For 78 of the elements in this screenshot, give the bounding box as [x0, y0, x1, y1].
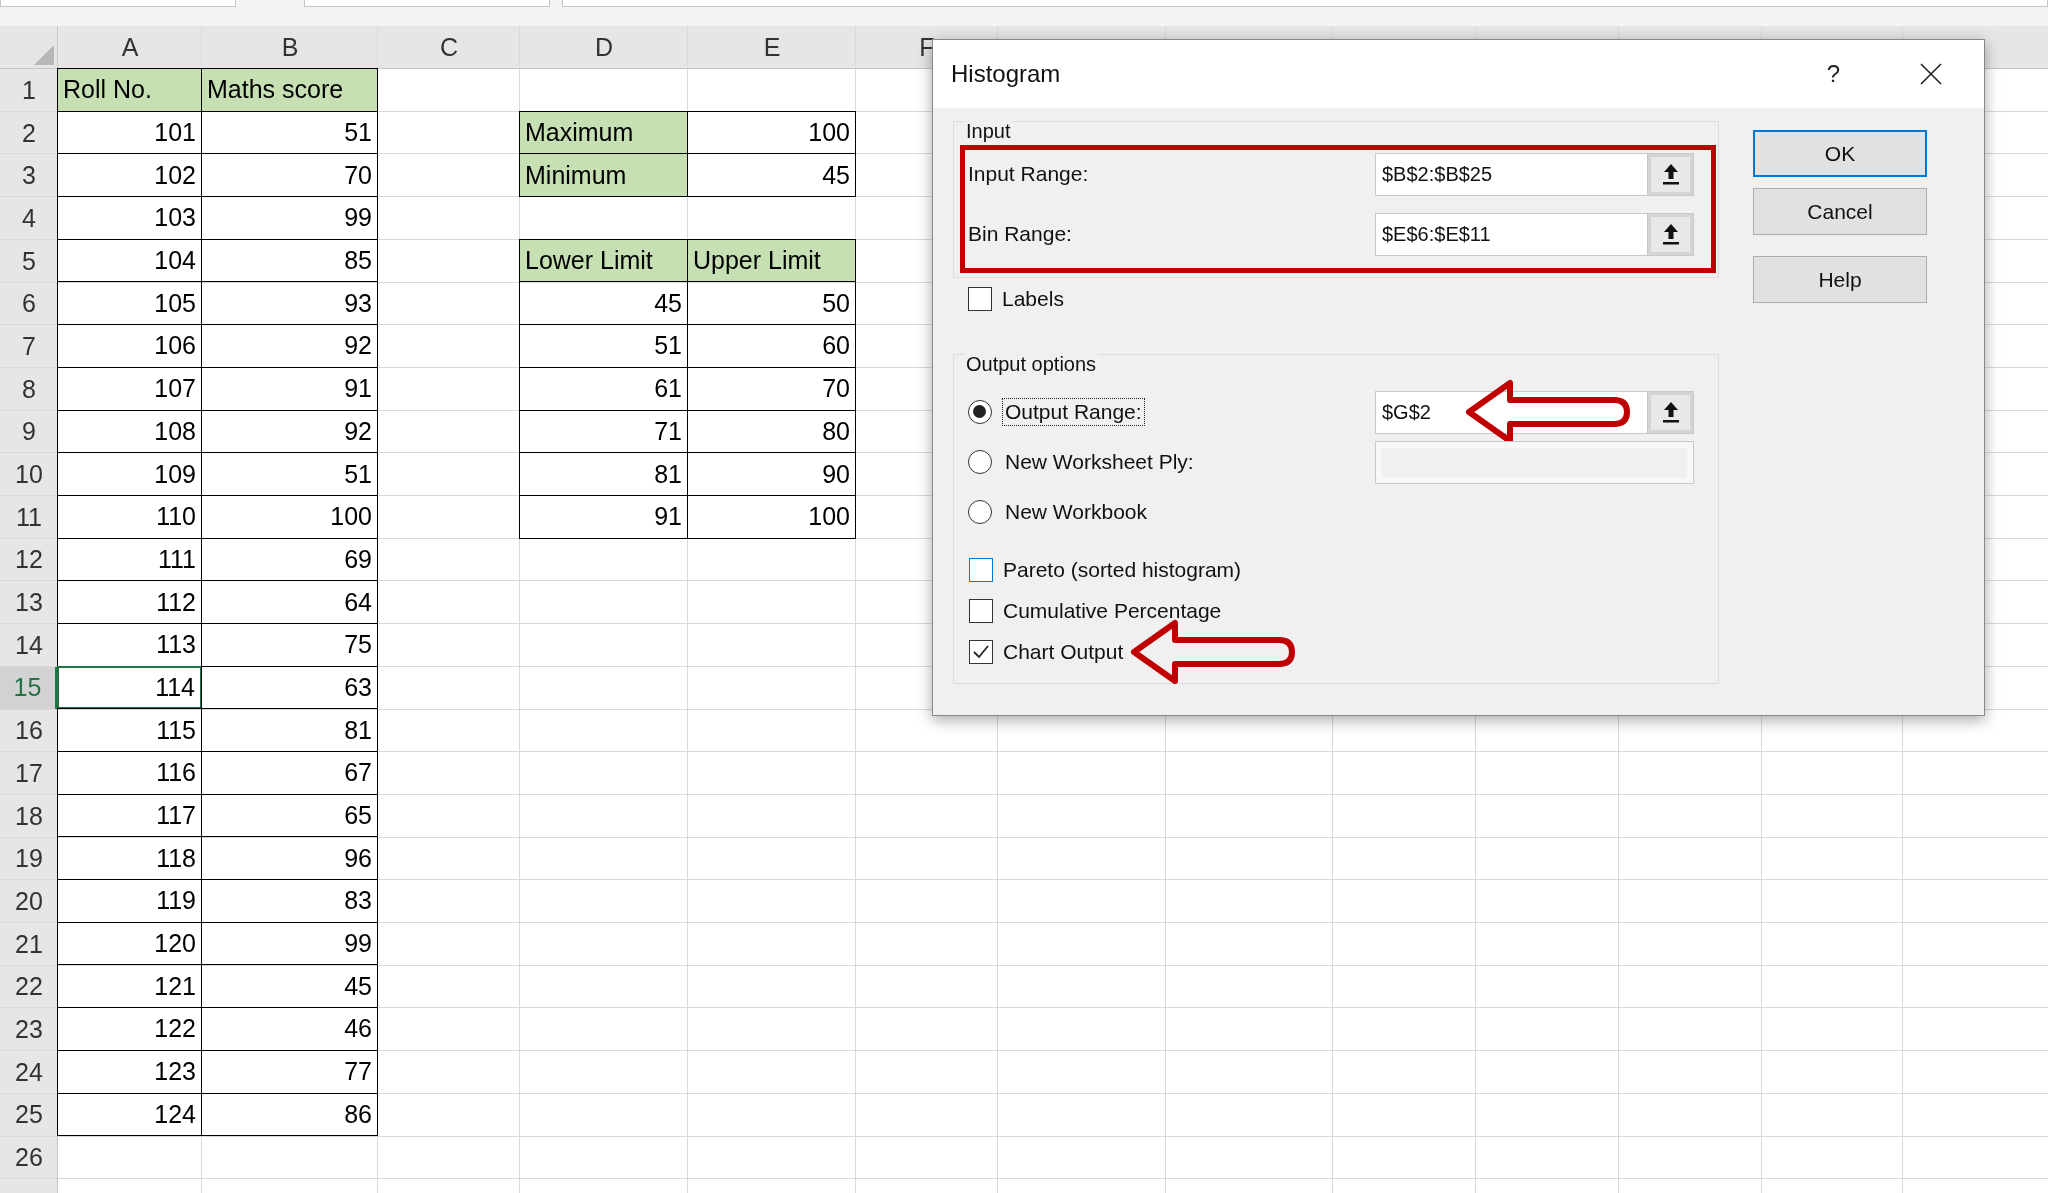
row-header[interactable]: 21	[0, 922, 58, 966]
close-icon	[1920, 63, 1942, 85]
table-cell[interactable]: 86	[201, 1092, 378, 1137]
row-header[interactable]: 18	[0, 794, 58, 838]
table-cell[interactable]: 100	[687, 110, 856, 155]
radio-label: New Workbook	[1004, 499, 1148, 525]
select-all-icon	[34, 45, 54, 65]
row-header[interactable]: 24	[0, 1050, 58, 1094]
table-cell[interactable]: 100	[687, 494, 856, 539]
checkbox[interactable]	[969, 639, 993, 664]
row-header[interactable]: 23	[0, 1008, 58, 1051]
table-cell[interactable]: Maximum	[519, 110, 688, 155]
table-cell[interactable]: 124	[57, 1092, 202, 1137]
checkbox-label: Cumulative Percentage	[1003, 598, 1222, 623]
row-header[interactable]: 16	[0, 709, 58, 752]
row-header[interactable]: 25	[0, 1093, 58, 1137]
row-header[interactable]: 4	[0, 197, 58, 240]
range-field[interactable]: $E$6:$E$11	[1375, 212, 1694, 256]
table-cell[interactable]: Maths score	[201, 68, 378, 112]
column-header[interactable]: C	[378, 26, 520, 69]
row-header[interactable]: 12	[0, 538, 58, 582]
row-header[interactable]: 22	[0, 965, 58, 1009]
table-cell[interactable]: 115	[57, 708, 202, 752]
table-cell[interactable]: 91	[519, 494, 688, 539]
radio-label: Output Range:	[1002, 398, 1145, 426]
column-header[interactable]: E	[688, 26, 856, 69]
up-arrow-icon	[1661, 401, 1680, 423]
up-arrow-icon	[1661, 223, 1680, 245]
column-header[interactable]: A	[58, 26, 202, 69]
row-header[interactable]: 17	[0, 752, 58, 795]
checkbox[interactable]	[969, 557, 993, 582]
field-label: Input Range:	[967, 162, 1090, 186]
checkbox-label: Pareto (sorted histogram)	[1003, 557, 1242, 582]
radio-label: New Worksheet Ply:	[1004, 449, 1195, 475]
row-header[interactable]: 10	[0, 453, 58, 496]
table-cell[interactable]: Roll No.	[57, 68, 202, 112]
checkbox-label: Chart Output	[1003, 639, 1124, 664]
table-cell[interactable]: Upper Limit	[687, 238, 856, 283]
column-header[interactable]: D	[520, 26, 688, 69]
row-header[interactable]: 1	[0, 69, 58, 112]
row-header[interactable]: 9	[0, 410, 58, 454]
dialog-button[interactable]: Help	[1753, 256, 1927, 303]
group-label: Input	[964, 120, 1013, 143]
row-header[interactable]: 19	[0, 837, 58, 881]
row-header[interactable]: 15	[0, 666, 58, 710]
row-header[interactable]: 2	[0, 111, 58, 155]
group-label: Output options	[964, 353, 1099, 376]
row-header[interactable]: 3	[0, 154, 58, 198]
range-select-button[interactable]	[1647, 153, 1693, 195]
help-button[interactable]: ?	[1816, 56, 1850, 92]
range-select-button[interactable]	[1647, 213, 1693, 255]
table-cell[interactable]: Lower Limit	[519, 238, 688, 283]
row-header[interactable]: 26	[0, 1136, 58, 1179]
dialog-button[interactable]: Cancel	[1753, 188, 1927, 235]
radio-button[interactable]	[968, 400, 992, 424]
row-header[interactable]: 5	[0, 239, 58, 283]
row-header[interactable]: 6	[0, 282, 58, 326]
table-cell[interactable]: Minimum	[519, 153, 688, 198]
checkbox[interactable]	[969, 598, 993, 623]
row-header[interactable]: 7	[0, 325, 58, 368]
window-title: Histogram	[951, 60, 1062, 88]
up-arrow-icon	[1661, 163, 1680, 185]
table-cell[interactable]: 114	[57, 665, 202, 710]
checkbox-label: Labels	[1002, 286, 1064, 311]
row-header[interactable]: 20	[0, 880, 58, 923]
column-header[interactable]: B	[202, 26, 378, 69]
range-field[interactable]: $B$2:$B$25	[1375, 152, 1694, 196]
field-label: Bin Range:	[967, 222, 1073, 246]
table-cell[interactable]: 63	[201, 665, 378, 710]
range-select-button[interactable]	[1647, 391, 1693, 433]
row-header[interactable]: 14	[0, 623, 58, 667]
table-cell[interactable]: 45	[687, 153, 856, 198]
row-header[interactable]: 8	[0, 367, 58, 411]
dialog-button[interactable]: OK	[1753, 130, 1927, 177]
row-header[interactable]: 11	[0, 495, 58, 539]
radio-button[interactable]	[968, 500, 992, 524]
checkbox[interactable]	[968, 286, 992, 311]
row-header[interactable]: 13	[0, 581, 58, 624]
